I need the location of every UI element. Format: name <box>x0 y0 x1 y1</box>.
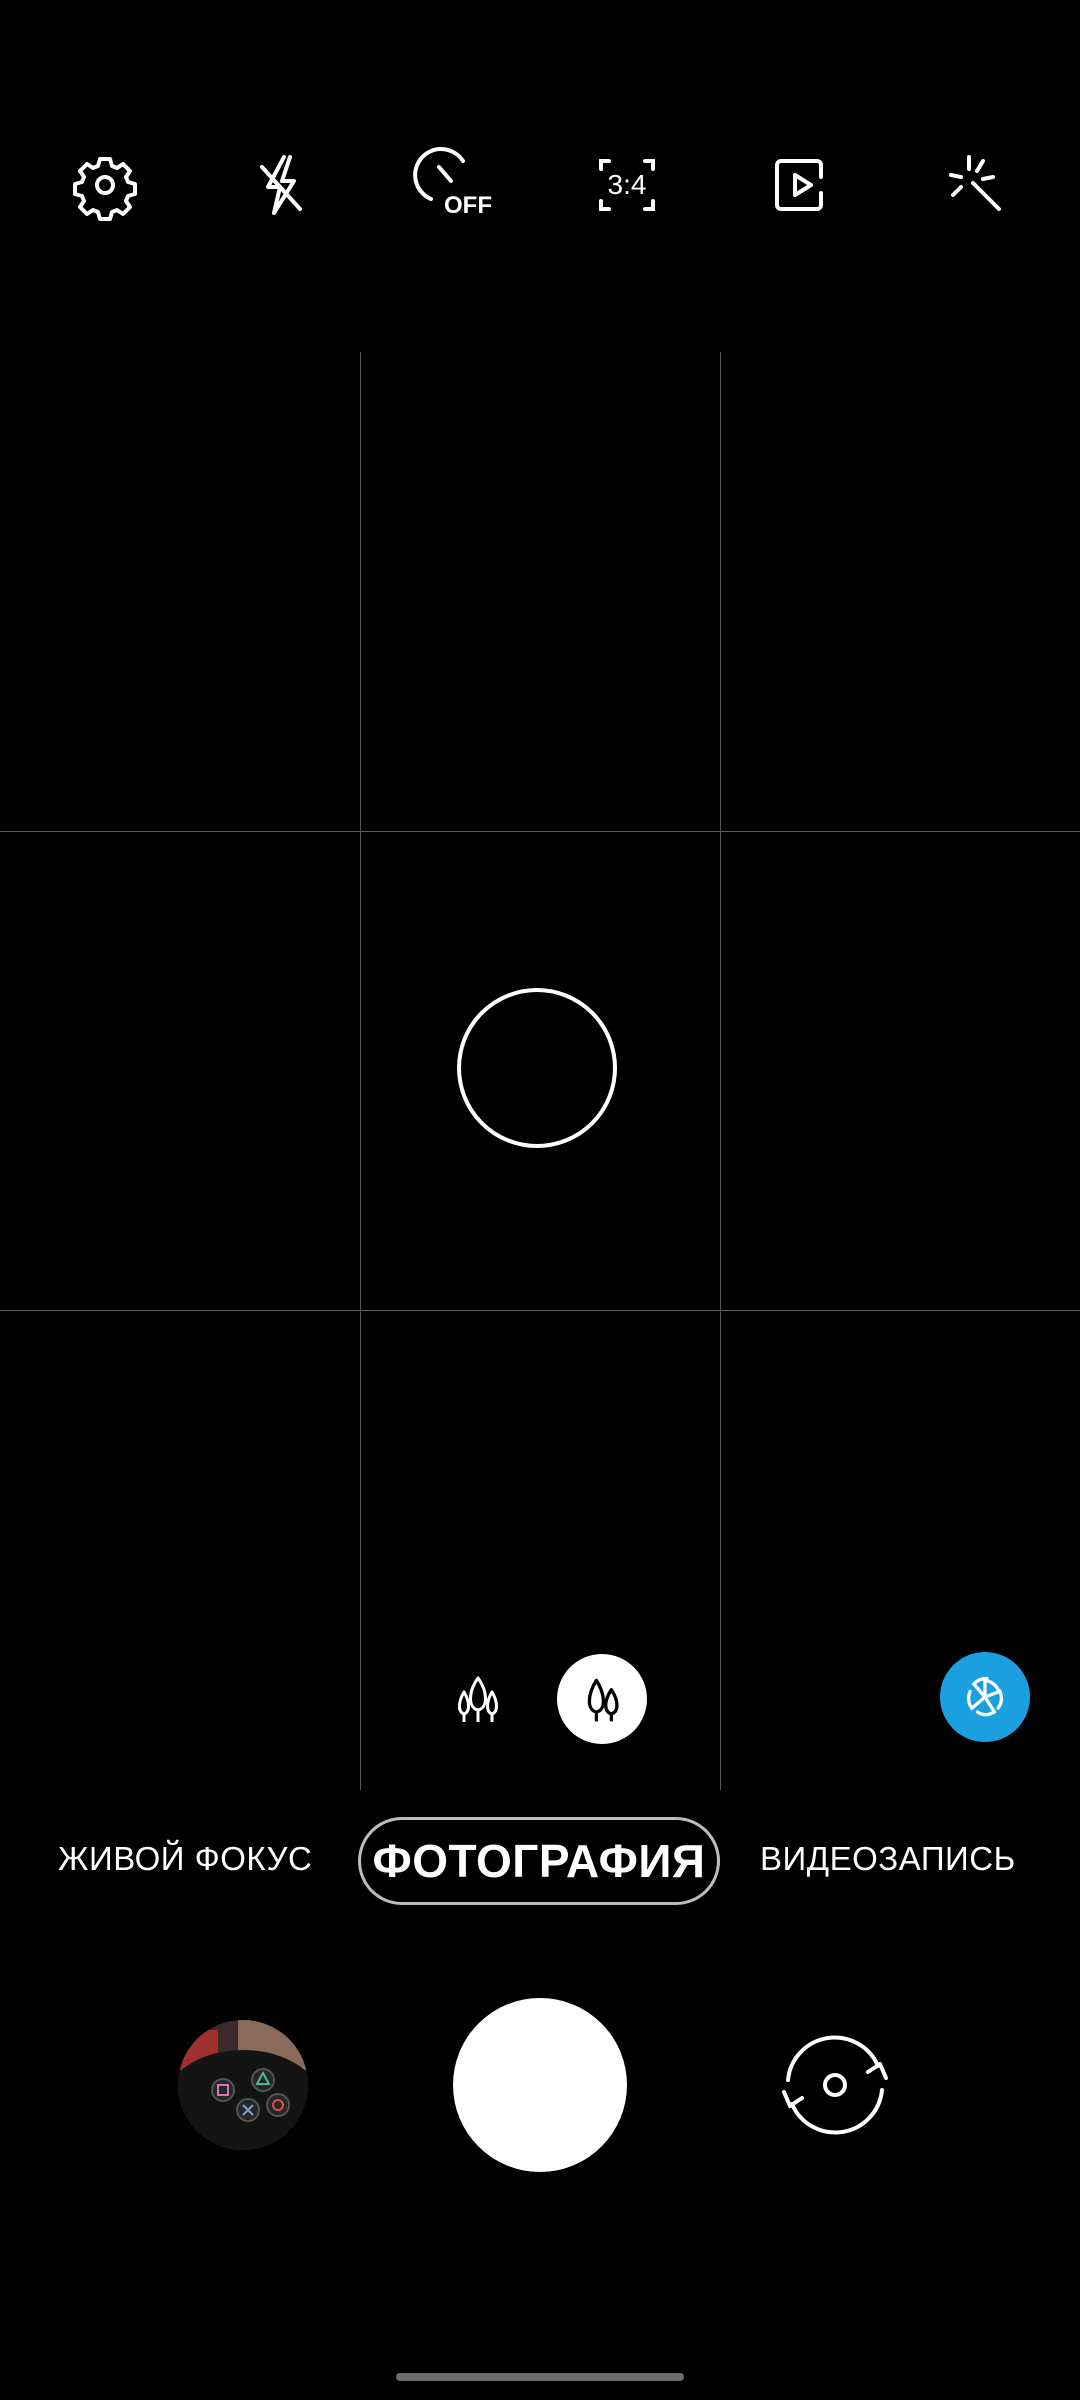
motion-photo-icon <box>775 159 823 211</box>
motion-photo-button[interactable] <box>761 145 841 225</box>
ultra-wide-lens-button[interactable] <box>433 1655 523 1745</box>
switch-camera-icon <box>782 2035 888 2135</box>
scene-optimizer-icon <box>966 1676 1004 1717</box>
focus-indicator <box>457 988 617 1148</box>
filters-icon <box>949 155 1001 211</box>
switch-camera-button[interactable] <box>760 2020 910 2150</box>
scene-optimizer-button[interactable] <box>940 1652 1030 1742</box>
wide-lens-button[interactable] <box>557 1654 647 1744</box>
flash-off-button[interactable] <box>240 145 320 225</box>
timer-button[interactable]: OFF <box>413 145 493 225</box>
grid-line <box>720 352 721 1790</box>
flash-off-icon <box>260 155 302 215</box>
filters-button[interactable] <box>935 145 1015 225</box>
gallery-preview-image <box>178 2020 308 2150</box>
gallery-thumbnail[interactable] <box>178 2020 308 2150</box>
ultra-wide-lens-icon <box>458 1676 498 1722</box>
timer-label: OFF <box>444 192 492 219</box>
shutter-button[interactable] <box>453 1998 627 2172</box>
grid-line <box>0 1310 1080 1311</box>
home-indicator[interactable] <box>396 2373 684 2381</box>
settings-icon <box>73 157 137 221</box>
grid-line <box>0 831 1080 832</box>
aspect-ratio-button[interactable]: 3:4 <box>587 145 667 225</box>
mode-video[interactable]: ВИДЕОЗАПИСЬ <box>760 1840 1016 1878</box>
aspect-ratio-icon: 3:4 <box>599 159 655 211</box>
mode-photo[interactable]: ФОТОГРАФИЯ <box>358 1817 720 1905</box>
ratio-label: 3:4 <box>608 169 647 200</box>
timer-off-icon: OFF <box>413 147 492 219</box>
settings-button[interactable] <box>65 145 145 225</box>
grid-line <box>360 352 361 1790</box>
mode-live-focus[interactable]: ЖИВОЙ ФОКУС <box>58 1840 312 1878</box>
wide-lens-icon <box>587 1678 619 1722</box>
